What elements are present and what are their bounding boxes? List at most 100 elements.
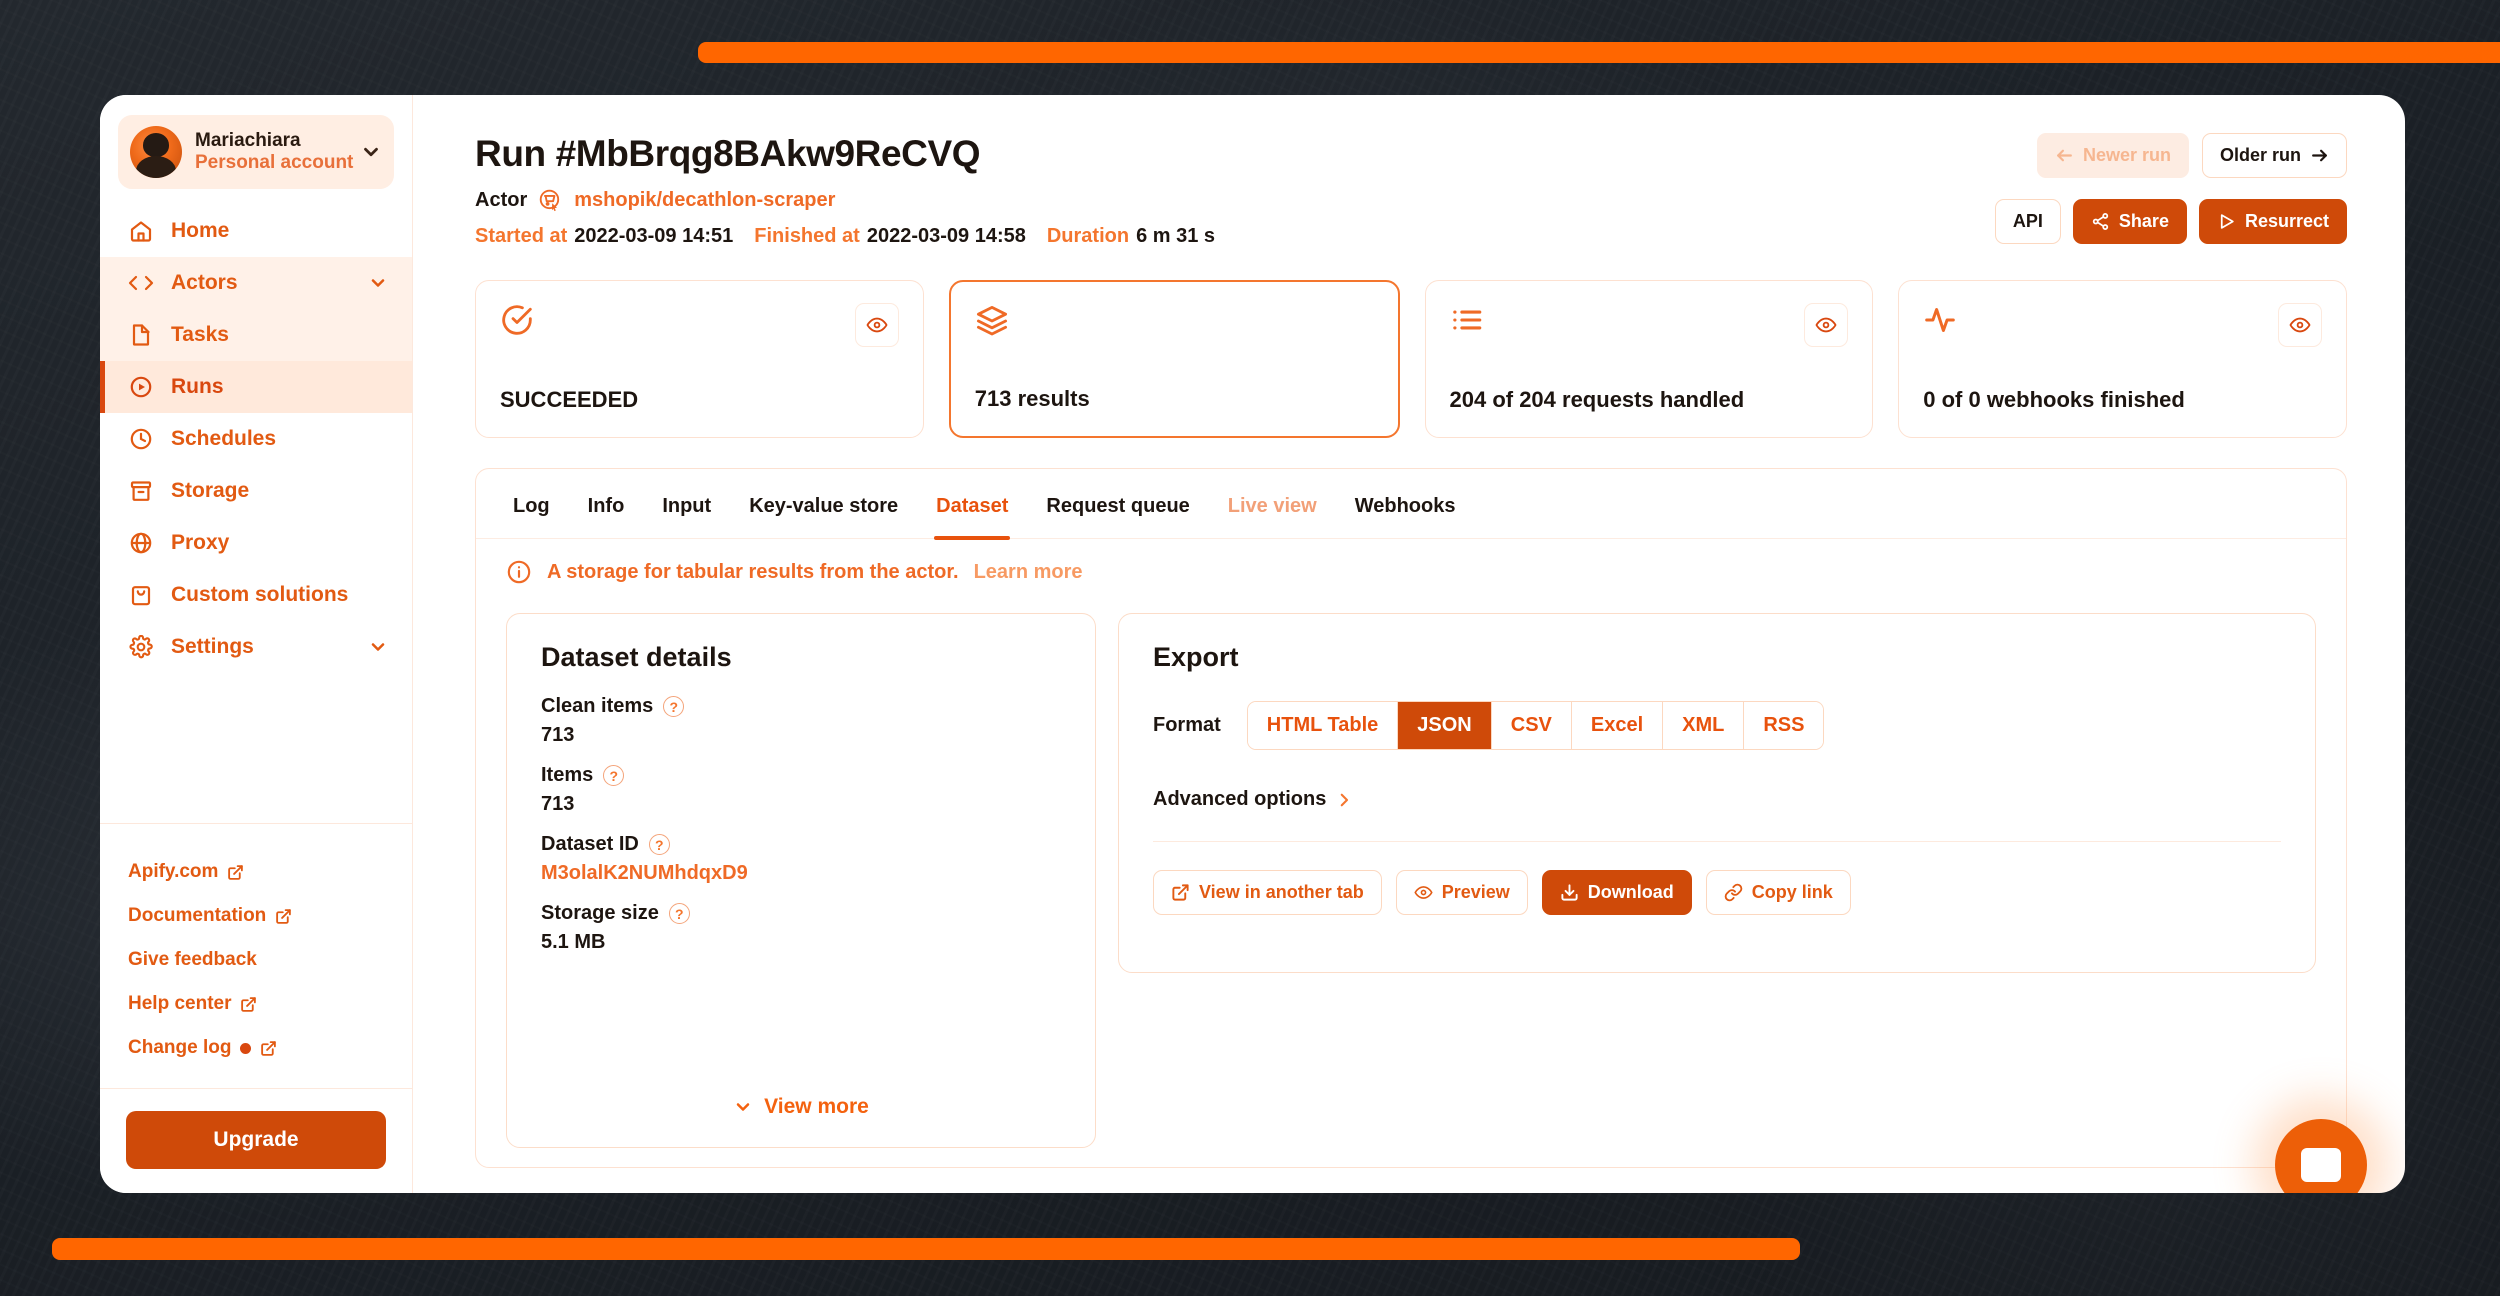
globe-icon [128,530,154,556]
sidebar-item-schedules[interactable]: Schedules [100,413,412,465]
api-button[interactable]: API [1994,199,2061,244]
help-icon[interactable]: ? [668,903,690,924]
tab-request-queue[interactable]: Request queue [1027,469,1208,538]
tab-key-value-store[interactable]: Key-value store [730,469,917,538]
sidebar-item-label: Storage [171,479,250,502]
info-circle-icon [506,559,532,585]
export-action-label: View in another tab [1199,882,1364,902]
sidebar-footer-links: Apify.com Documentation Give feedback He… [100,823,412,1088]
sidebar-item-actors[interactable]: Actors [100,257,412,309]
format-option-csv[interactable]: CSV [1491,702,1572,749]
sidebar-item-proxy[interactable]: Proxy [100,517,412,569]
format-option-xml[interactable]: XML [1663,702,1745,749]
eye-icon[interactable] [2278,303,2322,347]
copy-link-button[interactable]: Copy link [1705,870,1851,915]
sidebar-item-tasks[interactable]: Tasks [100,309,412,361]
detail-row-clean-items: Clean items ? 713 [541,695,1061,747]
duration-label: Duration [1046,225,1130,247]
sidebar: Mariachiara Personal account Home Actors [100,95,413,1193]
footer-link-help-center[interactable]: Help center [128,982,412,1026]
format-option-excel[interactable]: Excel [1571,702,1664,749]
page-title: Run #MbBrqg8BAkw9ReCVQ [475,133,981,174]
upgrade-button[interactable]: Upgrade [126,1111,386,1169]
format-segmented-control: HTML Table JSON CSV Excel XML RSS [1246,701,1825,750]
layers-icon [975,304,1009,338]
export-title: Export [1153,642,1239,672]
chevron-down-icon[interactable] [368,637,388,657]
help-icon[interactable]: ? [603,765,625,786]
sidebar-item-label: Home [171,219,230,242]
tab-webhooks[interactable]: Webhooks [1336,469,1475,538]
dataset-id-value[interactable]: M3olalK2NUMhdqxD9 [541,862,1061,885]
eye-icon [1414,883,1433,902]
duration-value: 6 m 31 s [1136,225,1216,247]
advanced-options-toggle[interactable]: Advanced options [1153,788,1353,811]
footer-link-label: Give feedback [128,949,257,970]
share-button[interactable]: Share [2072,199,2187,244]
older-run-button[interactable]: Older run [2201,133,2347,178]
sidebar-item-home[interactable]: Home [100,205,412,257]
detail-row-dataset-id: Dataset ID ? M3olalK2NUMhdqxD9 [541,833,1061,885]
stat-card-webhooks[interactable]: 0 of 0 webhooks finished [1898,280,2347,438]
detail-value-text: 713 [541,724,575,746]
help-icon[interactable]: ? [648,834,670,855]
export-format-row: Format HTML Table JSON CSV Excel XML RSS [1153,701,2281,750]
dataset-panels: Dataset details Clean items ? 713 Items … [476,599,2346,1148]
view-more-button[interactable]: View more [733,1095,869,1125]
activity-icon [1923,303,1957,337]
tab-live-view[interactable]: Live view [1209,469,1336,538]
sidebar-item-storage[interactable]: Storage [100,465,412,517]
resurrect-button[interactable]: Resurrect [2198,199,2347,244]
footer-link-give-feedback[interactable]: Give feedback [128,938,412,982]
external-link-icon [227,864,244,881]
chevron-right-icon [1335,791,1353,809]
account-name: Mariachiara [195,129,301,151]
detail-label-text: Storage size [541,902,659,924]
eye-icon[interactable] [854,303,899,347]
home-icon [128,218,154,244]
format-option-json[interactable]: JSON [1398,702,1492,749]
help-icon[interactable]: ? [663,696,685,717]
share-nodes-icon [2091,212,2110,231]
eye-icon[interactable] [1804,303,1849,347]
tab-log[interactable]: Log [494,469,569,538]
decorative-bar-top [698,42,2500,63]
learn-more-link[interactable]: Learn more [974,561,1083,584]
stat-card-requests[interactable]: 204 of 204 requests handled [1424,280,1874,438]
sidebar-item-settings[interactable]: Settings [100,621,412,673]
format-option-html-table[interactable]: HTML Table [1247,702,1399,749]
sidebar-nav: Home Actors Tasks Runs Schedules Storage… [100,201,412,673]
chevron-down-icon[interactable] [368,273,388,293]
detail-label-text: Clean items [541,695,654,717]
stat-card-label: SUCCEEDED [500,387,639,412]
sidebar-item-runs[interactable]: Runs [100,361,412,413]
format-option-rss[interactable]: RSS [1744,702,1824,749]
account-switcher[interactable]: Mariachiara Personal account [118,115,394,189]
finished-value: 2022-03-09 14:58 [866,225,1026,247]
run-timing: Started at 2022-03-09 14:51 Finished at … [475,225,1995,248]
tab-info[interactable]: Info [569,469,644,538]
stat-card-status[interactable]: SUCCEEDED [475,280,924,438]
actor-name-link[interactable]: mshopik/decathlon-scraper [574,189,835,212]
account-type: Personal account [195,152,354,173]
chevron-down-icon [733,1097,753,1117]
older-run-label: Older run [2219,145,2301,165]
footer-link-documentation[interactable]: Documentation [128,894,412,938]
newer-run-button[interactable]: Newer run [2036,133,2189,178]
sidebar-item-custom-solutions[interactable]: Custom solutions [100,569,412,621]
info-banner: A storage for tabular results from the a… [476,539,2346,599]
actor-line: Actor mshopik/decathlon-scraper [475,188,1995,213]
footer-link-change-log[interactable]: Change log [128,1026,412,1070]
footer-link-apify[interactable]: Apify.com [128,850,412,894]
newer-run-label: Newer run [2082,145,2171,165]
view-in-another-tab-button[interactable]: View in another tab [1153,870,1382,915]
tab-dataset[interactable]: Dataset [917,469,1027,540]
download-icon [1560,883,1579,902]
download-button[interactable]: Download [1541,870,1692,915]
stat-card-results[interactable]: 713 results [948,280,1400,438]
list-icon [1450,303,1484,337]
detail-row-storage-size: Storage size ? 5.1 MB [541,902,1061,954]
tab-input[interactable]: Input [643,469,730,538]
preview-button[interactable]: Preview [1395,870,1528,915]
check-circle-icon [500,303,534,337]
